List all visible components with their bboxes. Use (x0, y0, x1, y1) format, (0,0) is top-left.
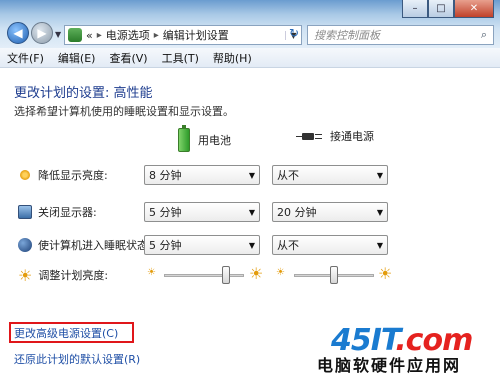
window-controls: – □ ✕ (402, 0, 494, 18)
select-value: 5 分钟 (149, 206, 182, 219)
brightness-low-icon: ☀ (276, 267, 285, 278)
page-description: 选择希望计算机使用的睡眠设置和显示设置。 (14, 105, 234, 118)
chevron-down-icon: ▼ (248, 170, 256, 180)
site-caption: 电脑软硬件应用网 (317, 356, 462, 375)
change-advanced-settings-link[interactable]: 更改高级电源设置(C) (14, 325, 118, 341)
plugged-in-header: 接通电源 (296, 128, 374, 144)
select-value: 8 分钟 (149, 169, 182, 182)
control-panel-icon (68, 28, 82, 42)
chevron-down-icon: ▼ (376, 207, 384, 217)
chevron-down-icon: ▼ (376, 240, 384, 250)
maximize-button[interactable]: □ (428, 0, 454, 18)
sleep-battery-select[interactable]: 5 分钟 ▼ (144, 235, 260, 255)
on-battery-label: 用电池 (198, 134, 231, 147)
recent-pages-dropdown[interactable]: ▼ (55, 30, 61, 39)
sleep-row: 使计算机进入睡眠状态: 5 分钟 ▼ 从不 ▼ (18, 234, 488, 256)
brightness-label: 调整计划亮度: (38, 269, 109, 282)
plugged-brightness-slider[interactable] (330, 266, 338, 284)
turn-off-display-plugged-select[interactable]: 20 分钟 ▼ (272, 202, 388, 222)
dim-display-label: 降低显示亮度: (38, 169, 108, 182)
brightness-high-icon: ☀ (378, 264, 393, 283)
select-value: 5 分钟 (149, 239, 182, 252)
brightness-sun-icon: ☀ (18, 265, 33, 285)
turn-off-display-label: 关闭显示器: (38, 206, 97, 219)
chevron-down-icon: ▼ (248, 207, 256, 217)
sleep-plugged-select[interactable]: 从不 ▼ (272, 235, 388, 255)
back-button[interactable]: ◀ (7, 22, 29, 44)
sleep-label: 使计算机进入睡眠状态: (38, 239, 152, 252)
breadcrumb-edit-plan[interactable]: 编辑计划设置 (163, 27, 229, 43)
battery-brightness-track[interactable] (164, 274, 244, 277)
forward-button[interactable]: ▶ (31, 22, 53, 44)
menu-bar: 文件(F) 编辑(E) 查看(V) 工具(T) 帮助(H) (0, 48, 500, 68)
turn-off-display-battery-select[interactable]: 5 分钟 ▼ (144, 202, 260, 222)
breadcrumb-separator-icon[interactable]: ▸ (97, 30, 102, 41)
menu-file[interactable]: 文件(F) (0, 50, 51, 66)
search-icon[interactable]: ⌕ (481, 28, 487, 42)
restore-defaults-link[interactable]: 还原此计划的默认设置(R) (14, 351, 140, 367)
address-chevron[interactable]: « (86, 29, 93, 42)
address-bar[interactable]: « ▸ 电源选项 ▸ 编辑计划设置 ▼ (64, 25, 302, 45)
dim-display-row: 降低显示亮度: 8 分钟 ▼ 从不 ▼ (18, 164, 488, 186)
brightness-row: ☀ 调整计划亮度: ☀ ☀ ☀ ☀ (18, 264, 488, 286)
turn-off-display-row: 关闭显示器: 5 分钟 ▼ 20 分钟 ▼ (18, 201, 488, 223)
dim-display-plugged-select[interactable]: 从不 ▼ (272, 165, 388, 185)
breadcrumb-separator-icon[interactable]: ▸ (154, 30, 159, 41)
menu-tools[interactable]: 工具(T) (155, 50, 206, 66)
dim-display-battery-select[interactable]: 8 分钟 ▼ (144, 165, 260, 185)
refresh-icon[interactable]: ↻ (285, 26, 303, 44)
select-value: 从不 (277, 169, 299, 182)
menu-edit[interactable]: 编辑(E) (51, 50, 103, 66)
close-button[interactable]: ✕ (454, 0, 494, 18)
monitor-icon (18, 205, 32, 219)
sleep-moon-icon (18, 238, 32, 252)
battery-brightness-slider[interactable] (222, 266, 231, 284)
search-input[interactable]: 搜索控制面板 ⌕ (307, 25, 494, 45)
select-value: 从不 (277, 239, 299, 252)
plugged-in-label: 接通电源 (330, 130, 374, 143)
window-titlebar: – □ ✕ ◀ ▶ ▼ « ▸ 电源选项 ▸ 编辑计划设置 ▼ ↻ 搜索控制面板… (0, 0, 500, 48)
chevron-down-icon: ▼ (376, 170, 384, 180)
battery-icon (178, 125, 190, 152)
breadcrumb-power-options[interactable]: 电源选项 (106, 27, 150, 43)
brightness-low-icon: ☀ (147, 267, 156, 278)
power-plug-icon (296, 131, 322, 141)
menu-help[interactable]: 帮助(H) (206, 50, 259, 66)
minimize-button[interactable]: – (402, 0, 428, 18)
select-value: 20 分钟 (277, 206, 317, 219)
search-placeholder: 搜索控制面板 (314, 29, 380, 42)
menu-view[interactable]: 查看(V) (102, 50, 154, 66)
page-title: 更改计划的设置: 高性能 (14, 86, 153, 101)
brightness-high-icon: ☀ (249, 264, 264, 283)
on-battery-header: 用电池 (178, 125, 231, 152)
dim-brightness-icon (20, 170, 30, 180)
chevron-down-icon: ▼ (248, 240, 256, 250)
